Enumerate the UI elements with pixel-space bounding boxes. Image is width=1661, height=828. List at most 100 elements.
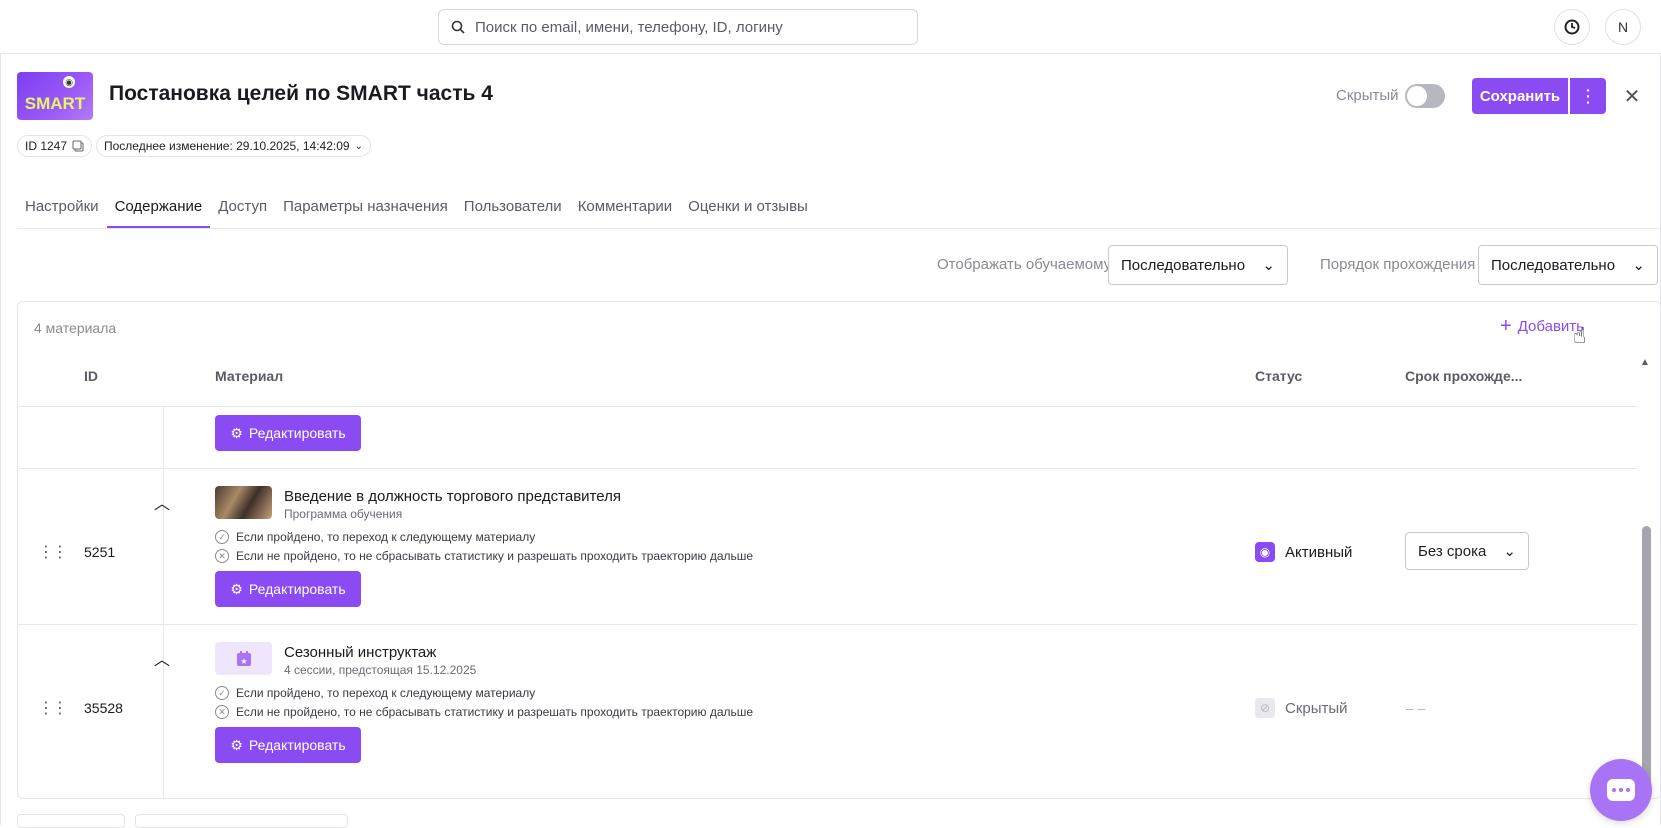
chevron-up-icon[interactable]: ︿ bbox=[154, 646, 170, 670]
x-circle-icon: ✕ bbox=[215, 705, 229, 719]
chevron-down-icon: ⌄ bbox=[1632, 257, 1645, 274]
row-divider bbox=[18, 624, 1638, 625]
row-divider bbox=[18, 406, 1638, 407]
tab-users[interactable]: Пользователи bbox=[456, 188, 570, 228]
history-button[interactable] bbox=[1554, 9, 1590, 45]
x-circle-icon: ✕ bbox=[215, 549, 229, 563]
edit-material-button[interactable]: ⚙ Редактировать bbox=[215, 415, 361, 451]
edit-label: Редактировать bbox=[248, 737, 346, 753]
rule-pass-text: Если пройдено, то переход к следующему м… bbox=[236, 686, 536, 700]
hidden-toggle[interactable] bbox=[1405, 84, 1445, 108]
material-thumbnail: ★ bbox=[215, 642, 272, 675]
edit-material-button[interactable]: ⚙ Редактировать bbox=[215, 727, 361, 763]
hidden-toggle-label: Скрытый bbox=[1336, 87, 1399, 104]
rule-fail: ✕ Если не пройдено, то не сбрасывать ста… bbox=[215, 705, 753, 719]
gear-icon: ⚙ bbox=[230, 424, 243, 441]
material-title[interactable]: Сезонный инструктаж bbox=[284, 644, 436, 661]
order-select[interactable]: Последовательно ⌄ bbox=[1478, 245, 1658, 285]
save-button[interactable]: Сохранить bbox=[1472, 78, 1568, 114]
status-text: Скрытый bbox=[1285, 699, 1348, 717]
tab-assignment-params[interactable]: Параметры назначения bbox=[275, 188, 456, 228]
scrollbar-thumb[interactable] bbox=[1642, 526, 1651, 794]
page-size-select[interactable] bbox=[135, 814, 348, 828]
calendar-icon: ★ bbox=[236, 650, 251, 666]
material-id: 5251 bbox=[84, 544, 116, 560]
status-badge: ⊘ Скрытый bbox=[1255, 698, 1348, 718]
copy-icon[interactable] bbox=[72, 140, 84, 152]
material-thumbnail bbox=[215, 486, 272, 519]
svg-text:★: ★ bbox=[240, 657, 247, 666]
material-title[interactable]: Введение в должность торгового представи… bbox=[284, 488, 621, 505]
edit-label: Редактировать bbox=[248, 581, 346, 597]
order-value: Последовательно bbox=[1491, 256, 1616, 274]
eye-off-icon: ⊘ bbox=[1255, 698, 1275, 718]
more-actions-button[interactable]: ⋮ bbox=[1570, 78, 1606, 114]
drag-handle-icon[interactable]: ⋮⋮ bbox=[38, 542, 68, 562]
last-modified-chip[interactable]: Последнее изменение: 29.10.2025, 14:42:0… bbox=[96, 135, 371, 157]
tab-access[interactable]: Доступ bbox=[210, 188, 275, 228]
edit-label: Редактировать bbox=[248, 425, 346, 441]
rule-fail-text: Если не пройдено, то не сбрасывать стати… bbox=[236, 705, 754, 719]
rule-fail: ✕ Если не пройдено, то не сбрасывать ста… bbox=[215, 549, 753, 563]
course-id-chip[interactable]: ID 1247 bbox=[17, 135, 93, 157]
logo-badge-icon: ◉ bbox=[63, 76, 75, 88]
material-subtitle: Программа обучения bbox=[284, 507, 403, 521]
edit-material-button[interactable]: ⚙ Редактировать bbox=[215, 571, 361, 607]
search-icon bbox=[451, 20, 465, 34]
user-avatar[interactable]: N bbox=[1605, 9, 1641, 45]
logo-text: SMART bbox=[24, 94, 86, 113]
tab-settings[interactable]: Настройки bbox=[17, 188, 107, 228]
materials-card: 4 материала + Добавить ID Материал Стату… bbox=[17, 301, 1661, 799]
chat-icon bbox=[1607, 779, 1635, 801]
close-button[interactable]: ✕ bbox=[1620, 84, 1644, 108]
avatar-letter: N bbox=[1617, 19, 1629, 35]
status-badge: ◉ Активный bbox=[1255, 542, 1352, 562]
page-title: Постановка целей по SMART часть 4 bbox=[109, 82, 493, 105]
rule-pass: ✓ Если пройдено, то переход к следующему… bbox=[215, 686, 535, 700]
course-id: ID 1247 bbox=[25, 139, 68, 153]
tab-reviews[interactable]: Оценки и отзывы bbox=[680, 188, 816, 228]
history-icon bbox=[1564, 19, 1580, 35]
column-header-material: Материал bbox=[215, 368, 284, 384]
rule-pass-text: Если пройдено, то переход к следующему м… bbox=[236, 530, 536, 544]
tab-comments[interactable]: Комментарии bbox=[570, 188, 680, 228]
search-input[interactable] bbox=[475, 18, 895, 36]
rule-pass: ✓ Если пройдено, то переход к следующему… bbox=[215, 530, 535, 544]
status-text: Активный bbox=[1285, 543, 1353, 561]
tab-bar: Настройки Содержание Доступ Параметры на… bbox=[17, 188, 816, 228]
pagination-controls[interactable] bbox=[17, 814, 125, 828]
rule-fail-text: Если не пройдено, то не сбрасывать стати… bbox=[236, 549, 754, 563]
chevron-down-icon: ⌄ bbox=[1503, 543, 1516, 560]
display-mode-label: Отображать обучаемому bbox=[937, 256, 1112, 273]
order-label: Порядок прохождения bbox=[1320, 256, 1476, 273]
column-header-id: ID bbox=[84, 368, 98, 384]
display-mode-value: Последовательно bbox=[1121, 256, 1246, 274]
term-empty: – – bbox=[1406, 700, 1426, 716]
scroll-up-arrow-icon[interactable]: ▲ bbox=[1640, 357, 1650, 368]
display-mode-select[interactable]: Последовательно ⌄ bbox=[1108, 245, 1288, 285]
column-header-term: Срок прохожде... bbox=[1405, 368, 1523, 384]
chevron-up-icon[interactable]: ︿ bbox=[154, 490, 170, 514]
chat-button[interactable] bbox=[1590, 759, 1652, 821]
term-value: Без срока bbox=[1418, 542, 1487, 560]
material-subtitle: 4 сессии, предстоящая 15.12.2025 bbox=[284, 663, 477, 677]
global-search[interactable] bbox=[438, 9, 918, 45]
chevron-down-icon: ⌄ bbox=[1262, 257, 1275, 274]
drag-handle-icon[interactable]: ⋮⋮ bbox=[38, 698, 68, 718]
tab-content[interactable]: Содержание bbox=[106, 188, 211, 228]
gear-icon: ⚙ bbox=[230, 580, 243, 597]
row-divider bbox=[18, 468, 1638, 469]
add-material-button[interactable]: + Добавить bbox=[1500, 316, 1584, 336]
plus-icon: + bbox=[1500, 315, 1512, 337]
term-select[interactable]: Без срока ⌄ bbox=[1405, 532, 1529, 570]
column-divider bbox=[163, 407, 164, 798]
eye-icon: ◉ bbox=[1255, 542, 1275, 562]
tabs-divider bbox=[17, 228, 1661, 229]
check-circle-icon: ✓ bbox=[215, 530, 229, 544]
last-modified: Последнее изменение: 29.10.2025, 14:42:0… bbox=[104, 139, 350, 153]
close-icon: ✕ bbox=[1623, 85, 1641, 108]
chevron-down-icon: ⌄ bbox=[354, 140, 363, 152]
course-logo: ◉ SMART bbox=[17, 72, 93, 120]
kebab-icon: ⋮ bbox=[1579, 85, 1597, 106]
materials-count: 4 материала bbox=[34, 320, 117, 336]
